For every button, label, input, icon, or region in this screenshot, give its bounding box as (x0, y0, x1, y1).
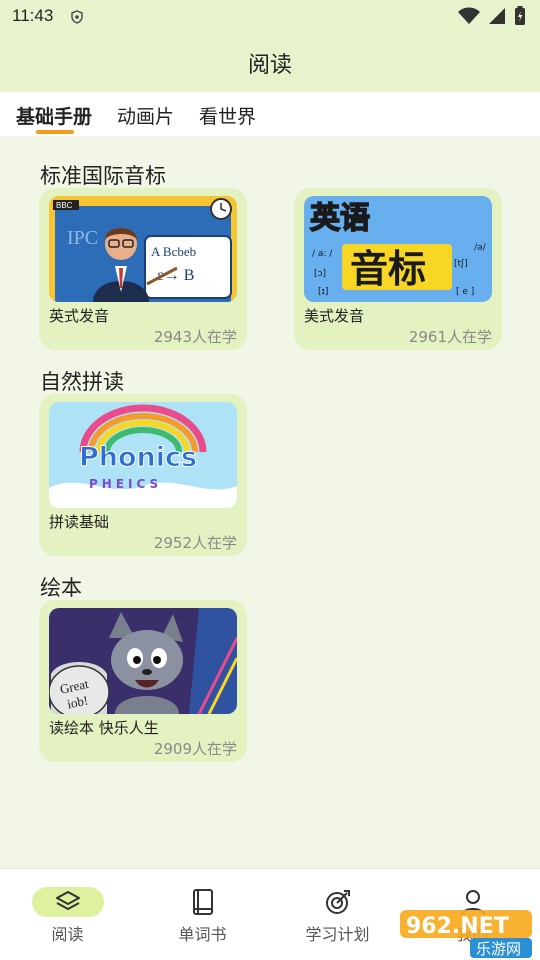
thumb-text-bbc: BBC (56, 201, 73, 210)
app-bar: 阅读 (0, 34, 540, 92)
learner-count: 2961人在学 (408, 328, 492, 346)
status-bar: 11:43 (0, 0, 540, 34)
svg-text:/ a: /: / a: / (312, 249, 333, 259)
book-icon (192, 889, 213, 915)
wifi-icon (458, 7, 480, 24)
page-title: 阅读 (247, 53, 292, 78)
section-title-ipa: 标准国际音标 (40, 164, 166, 188)
svg-text:[tʃ]: [tʃ] (454, 259, 468, 269)
svg-text:/ə/: /ə/ (474, 243, 487, 253)
watermark-text: 962.NET (406, 914, 509, 939)
thumb-text-letters: A Bcbeb (151, 244, 196, 259)
shield-icon (71, 10, 83, 24)
course-name: 美式发音 (304, 307, 365, 325)
watermark-subtext: 乐游网 (476, 940, 521, 958)
section-title-phonics: 自然拼读 (40, 370, 124, 394)
course-card-american[interactable]: 英语 音标 / a: / [ɔ] [ɪ] [tʃ] [ e ] /ə/ 美式发音… (294, 188, 502, 350)
svg-text:[ɪ]: [ɪ] (318, 287, 328, 297)
svg-text:[ɔ]: [ɔ] (314, 269, 326, 279)
tab-basic-handbook[interactable]: 基础手册 (16, 102, 92, 129)
nav-item-study-plan[interactable]: 学习计划 (270, 869, 405, 960)
nav-item-reading[interactable]: 阅读 (0, 869, 135, 960)
course-thumbnail: BBC IPC A Bcbeb ε→ B (49, 196, 237, 302)
status-time: 11:43 (12, 6, 54, 25)
battery-icon (515, 6, 525, 25)
learner-count: 2943人在学 (153, 328, 237, 346)
course-name: 英式发音 (49, 307, 110, 325)
thumb-title-phonetic: 音标 (350, 247, 426, 291)
course-thumbnail: Phonics PHEICS (49, 402, 237, 508)
tab-see-world[interactable]: 看世界 (199, 102, 256, 129)
section-title-picture-books: 绘本 (40, 576, 82, 600)
thumb-title-english: 英语 (310, 201, 370, 236)
site-watermark: 962.NET 乐游网 (400, 910, 532, 958)
nav-label: 学习计划 (305, 925, 370, 944)
nav-item-wordbook[interactable]: 单词书 (135, 869, 270, 960)
target-icon (325, 890, 350, 914)
nav-label: 阅读 (51, 925, 84, 944)
learner-count: 2909人在学 (153, 740, 237, 758)
learner-count: 2952人在学 (153, 534, 237, 552)
tab-bar: 基础手册 动画片 看世界 (0, 92, 540, 136)
course-card-british[interactable]: BBC IPC A Bcbeb ε→ B 英式发音 2943人在学 (39, 188, 247, 350)
course-name: 拼读基础 (49, 513, 110, 531)
course-card-picture-books[interactable]: Great iob! 读绘本 快乐人生 2909人在学 (39, 600, 247, 762)
layers-icon (55, 891, 80, 910)
thumb-subtitle-phonics: PHEICS (89, 477, 162, 491)
thumb-text-ipc: IPC (67, 227, 98, 249)
thumb-title-phonics: Phonics (79, 442, 197, 473)
active-tab-indicator (36, 130, 74, 134)
signal-icon (489, 8, 505, 24)
svg-text:[ e ]: [ e ] (456, 287, 474, 297)
course-name: 读绘本 快乐人生 (49, 719, 159, 737)
course-thumbnail: Great iob! (49, 608, 237, 714)
course-thumbnail: 英语 音标 / a: / [ɔ] [ɪ] [tʃ] [ e ] /ə/ (304, 196, 492, 302)
course-card-phonics[interactable]: Phonics PHEICS 拼读基础 2952人在学 (39, 394, 247, 556)
nav-label: 单词书 (178, 925, 227, 944)
tab-animation[interactable]: 动画片 (117, 102, 174, 129)
